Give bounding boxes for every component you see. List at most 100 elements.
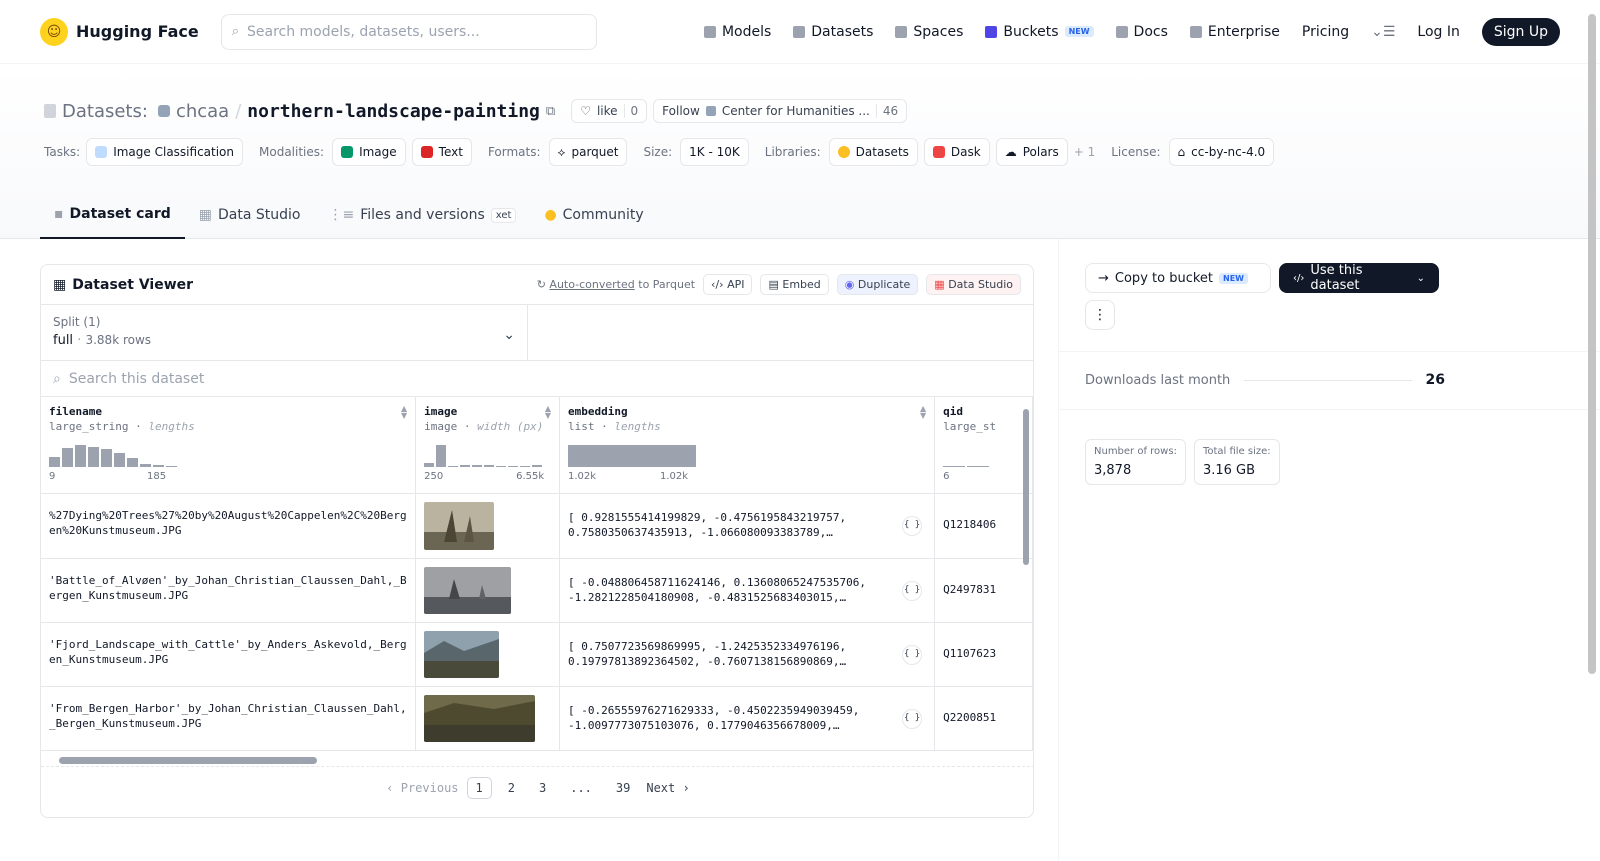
json-view-icon[interactable]: { } <box>902 515 923 536</box>
histogram-bar[interactable] <box>127 458 138 467</box>
histogram-bar[interactable] <box>967 466 990 467</box>
size-tag[interactable]: 1K - 10K <box>680 138 749 166</box>
cell-qid[interactable]: Q2497831 <box>934 558 1033 623</box>
use-this-dataset-button[interactable]: ‹/› Use this dataset ⌄ <box>1279 263 1439 293</box>
cell-qid[interactable]: Q2200851 <box>934 686 1033 751</box>
modality-tag-text[interactable]: Text <box>411 138 472 166</box>
page-1-button[interactable]: 1 <box>466 777 492 799</box>
libraries-more[interactable]: + 1 <box>1074 145 1096 159</box>
more-options-button[interactable]: ⋮ <box>1085 300 1115 330</box>
painting-thumbnail[interactable] <box>424 694 536 742</box>
scrollbar-thumb[interactable] <box>59 757 317 764</box>
embed-button[interactable]: ▤ Embed <box>760 274 829 295</box>
tab-files-versions[interactable]: ⋮≡ Files and versions xet <box>314 191 530 239</box>
tab-data-studio[interactable]: ▦ Data Studio <box>185 191 315 239</box>
cell-image[interactable] <box>415 493 561 559</box>
global-search-input[interactable] <box>247 23 577 40</box>
histogram-bar[interactable] <box>460 465 471 467</box>
column-header-embedding[interactable]: embedding list · lengths ▲ ▼ 1.02k 1.02k <box>559 397 936 494</box>
nav-spaces[interactable]: Spaces <box>895 24 963 40</box>
cell-image[interactable] <box>415 558 561 623</box>
previous-page-button[interactable]: ‹ Previous <box>386 781 458 795</box>
table-row[interactable]: 'From_Bergen_Harbor'_by_Johan_Christian_… <box>41 686 1033 751</box>
column-header-qid[interactable]: qid large_st 6 <box>934 397 1033 494</box>
license-tag[interactable]: ⌂ cc-by-nc-4.0 <box>1168 138 1275 166</box>
library-tag-dask[interactable]: Dask <box>923 138 990 166</box>
copy-icon[interactable]: ⧉ <box>546 104 555 119</box>
histogram-bar[interactable] <box>943 466 966 467</box>
data-studio-button[interactable]: ▦ Data Studio <box>926 274 1021 295</box>
scrollbar-thumb[interactable] <box>1588 14 1596 674</box>
histogram-bar[interactable] <box>448 466 459 467</box>
column-header-filename[interactable]: filename large_string · lengths ▲ ▼ 9 185 <box>41 397 417 494</box>
nav-models[interactable]: Models <box>703 24 771 40</box>
histogram-bar[interactable] <box>508 466 519 467</box>
histogram-bar[interactable] <box>496 466 507 467</box>
next-page-button[interactable]: Next › <box>646 781 689 795</box>
sort-icon[interactable]: ▲ ▼ <box>401 405 407 420</box>
format-tag[interactable]: ⟡ parquet <box>548 138 628 166</box>
cell-embedding[interactable]: [ -0.26555976271629333, -0.4502235949039… <box>559 686 936 751</box>
copy-to-bucket-button[interactable]: → Copy to bucket NEW <box>1085 263 1271 293</box>
library-tag-datasets[interactable]: Datasets <box>828 138 918 166</box>
cell-filename[interactable]: 'From_Bergen_Harbor'_by_Johan_Christian_… <box>41 686 417 751</box>
histogram-bar[interactable] <box>49 457 60 467</box>
table-horizontal-scrollbar[interactable] <box>41 753 1033 767</box>
histogram-bar[interactable] <box>153 465 164 467</box>
nav-datasets[interactable]: Datasets <box>793 24 873 40</box>
tab-dataset-card[interactable]: ▪ Dataset card <box>40 191 185 239</box>
login-link[interactable]: Log In <box>1417 24 1459 40</box>
nav-buckets[interactable]: Buckets NEW <box>985 24 1094 40</box>
json-view-icon[interactable]: { } <box>902 580 923 601</box>
cell-image[interactable] <box>415 686 561 751</box>
sort-icon[interactable]: ▲ ▼ <box>920 405 926 420</box>
api-button[interactable]: ‹/› API <box>703 274 753 295</box>
json-view-icon[interactable]: { } <box>902 708 923 729</box>
global-search[interactable]: ⌕ <box>220 13 597 50</box>
json-view-icon[interactable]: { } <box>902 644 923 665</box>
histogram-bar[interactable] <box>62 448 73 467</box>
nav-enterprise[interactable]: Enterprise <box>1189 24 1280 40</box>
modality-tag-image[interactable]: Image <box>332 138 406 166</box>
table-row[interactable]: 'Battle_of_Alvøen'_by_Johan_Christian_Cl… <box>41 558 1033 623</box>
histogram-bar[interactable] <box>568 445 697 467</box>
histogram-bar[interactable] <box>114 453 125 467</box>
histogram-bar[interactable] <box>75 445 86 467</box>
brand-logo[interactable]: ☺ Hugging Face <box>40 17 199 46</box>
page-2-button[interactable]: 2 <box>500 778 523 798</box>
histogram-bar[interactable] <box>88 447 99 467</box>
scrollbar-thumb[interactable] <box>1023 409 1029 565</box>
column-header-image[interactable]: image image · width (px) ▲ ▼ 250 6.55k <box>415 397 561 494</box>
table-row[interactable]: 'Fjord_Landscape_with_Cattle'_by_Anders_… <box>41 622 1033 687</box>
histogram-bar[interactable] <box>166 466 177 467</box>
nav-docs[interactable]: Docs <box>1115 24 1168 40</box>
split-selector[interactable]: Split (1) full · 3.88k rows ⌄ <box>41 305 528 360</box>
table-row[interactable]: %27Dying%20Trees%27%20by%20August%20Capp… <box>41 493 1033 559</box>
histogram-bar[interactable] <box>101 449 112 467</box>
cell-image[interactable] <box>415 622 561 687</box>
cell-qid[interactable]: Q1218406 <box>934 493 1033 559</box>
page-scrollbar[interactable] <box>1588 0 1596 861</box>
nav-pricing[interactable]: Pricing <box>1302 24 1349 40</box>
dataset-search-input[interactable] <box>68 370 669 387</box>
more-menu-icon[interactable]: ⌄☰ <box>1371 24 1395 40</box>
follow-button[interactable]: Follow Center for Humanities ... 46 <box>653 99 908 123</box>
cell-qid[interactable]: Q1107623 <box>934 622 1033 687</box>
signup-button[interactable]: Sign Up <box>1481 17 1560 46</box>
histogram-bar[interactable] <box>436 445 447 467</box>
cell-filename[interactable]: %27Dying%20Trees%27%20by%20August%20Capp… <box>41 493 417 559</box>
page-39-button[interactable]: 39 <box>608 778 638 798</box>
duplicate-button[interactable]: ◉ Duplicate <box>836 274 919 295</box>
converted-note[interactable]: ↻ Auto-converted to Parquet <box>537 278 695 291</box>
histogram-bar[interactable] <box>424 463 435 467</box>
cell-filename[interactable]: 'Fjord_Landscape_with_Cattle'_by_Anders_… <box>41 622 417 687</box>
painting-thumbnail[interactable] <box>424 501 495 550</box>
library-tag-polars[interactable]: ☁ Polars <box>995 138 1068 166</box>
section-label[interactable]: Datasets: <box>62 101 148 122</box>
dataset-name[interactable]: northern-landscape-painting <box>247 101 540 122</box>
dataset-search[interactable]: ⌕ <box>41 361 1033 397</box>
like-button[interactable]: ♡ like 0 <box>571 99 648 123</box>
table-vertical-scrollbar[interactable] <box>1023 397 1029 769</box>
histogram-bar[interactable] <box>484 465 495 467</box>
painting-thumbnail[interactable] <box>424 630 500 678</box>
